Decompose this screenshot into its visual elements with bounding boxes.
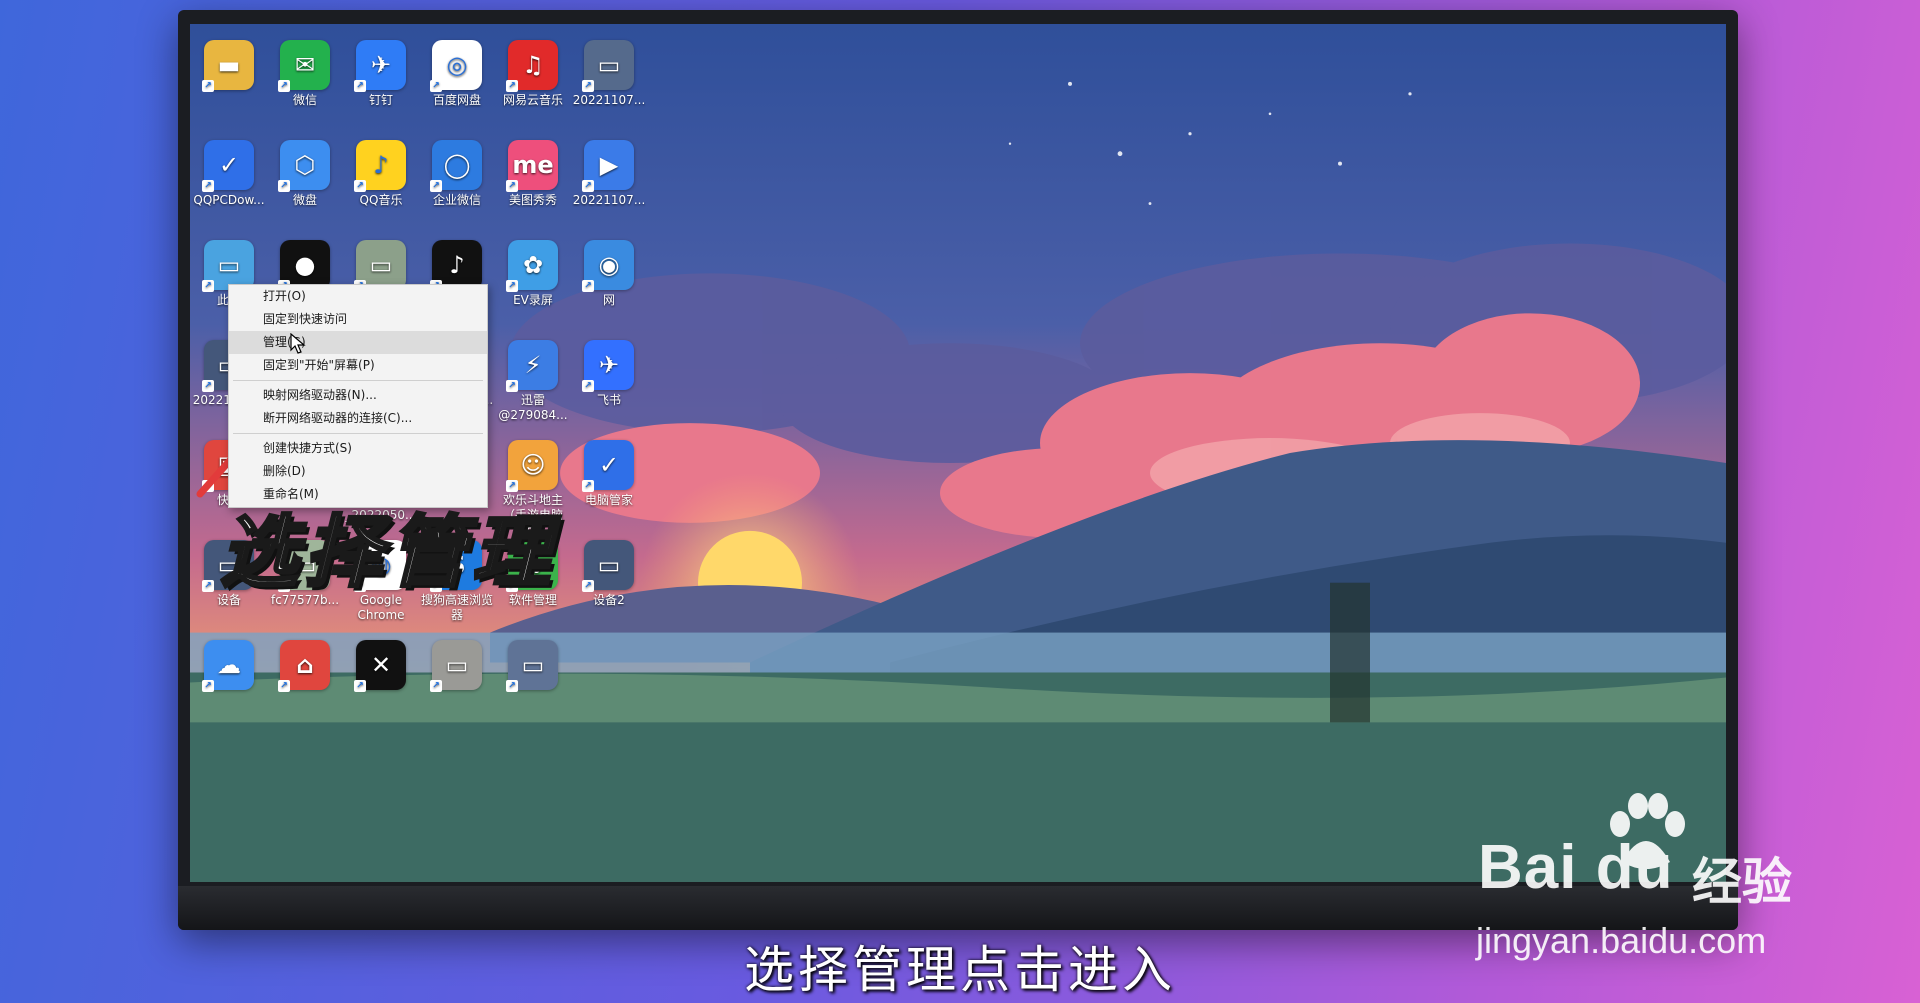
menu-item-create-shortcut[interactable]: 创建快捷方式(S) — [229, 437, 487, 460]
app-icon: ✓ ↗ — [582, 440, 634, 492]
desktop-icon[interactable]: ◉ ↗ 网 — [572, 240, 646, 308]
overlay-title: 选择管理 — [218, 507, 557, 600]
jingyan-text: 经验 — [1692, 853, 1792, 911]
menu-item-pin-quick-access[interactable]: 固定到快速访问 — [229, 308, 487, 331]
shortcut-arrow-icon: ↗ — [354, 680, 366, 692]
app-icon: ⌂ ↗ — [278, 640, 330, 692]
shortcut-arrow-icon: ↗ — [430, 680, 442, 692]
desktop-icon-label: 20221107... — [572, 193, 646, 207]
desktop-icon[interactable]: ▶ ↗ 20221107... — [572, 140, 646, 208]
app-icon: ▶ ↗ — [582, 140, 634, 192]
menu-item-delete[interactable]: 删除(D) — [229, 460, 487, 483]
menu-item-pin-start[interactable]: 固定到"开始"屏幕(P) — [229, 354, 487, 377]
app-icon: ☁ ↗ — [202, 640, 254, 692]
shortcut-arrow-icon: ↗ — [582, 80, 594, 92]
desktop-icon[interactable]: ⌂ ↗ — [268, 640, 342, 693]
shortcut-arrow-icon: ↗ — [278, 680, 290, 692]
desktop-icon[interactable]: ✕ ↗ — [344, 640, 418, 693]
shortcut-arrow-icon: ↗ — [506, 680, 518, 692]
shortcut-arrow-icon: ↗ — [582, 580, 594, 592]
desktop-icon[interactable]: ✈ ↗ 飞书 — [572, 340, 646, 408]
desktop-icon-label: 网 — [602, 293, 615, 307]
baidu-brand: Bai du — [1478, 833, 1674, 902]
menu-item-disconnect-drive[interactable]: 断开网络驱动器的连接(C)... — [229, 407, 487, 430]
app-icon: ▭↗ — [582, 40, 634, 92]
shortcut-arrow-icon: ↗ — [582, 480, 594, 492]
app-icon: ✈ ↗ — [582, 340, 634, 392]
desktop-icon-label: 电脑管家 — [584, 493, 633, 507]
desktop-icon-label: 飞书 — [596, 393, 621, 407]
context-menu: 打开(O) 固定到快速访问 管理(G) 固定到"开始"屏幕(P) 映射网络驱动器… — [228, 284, 488, 508]
desktop-icon-label: 20221107... — [572, 93, 646, 107]
desktop-icon[interactable]: ▭ ↗ 设备2 — [572, 540, 646, 608]
desktop-icon[interactable]: ✓ ↗ 电脑管家 — [572, 440, 646, 508]
desktop-icon[interactable]: ▭↗20221107... — [572, 40, 646, 108]
desktop-icon-label: 设备2 — [593, 593, 625, 607]
menu-separator — [233, 433, 483, 434]
shortcut-arrow-icon: ↗ — [202, 580, 214, 592]
desktop-icon[interactable]: ☁ ↗ — [192, 640, 266, 693]
mouse-cursor-icon — [290, 333, 306, 354]
shortcut-arrow-icon: ↗ — [582, 180, 594, 192]
menu-separator — [233, 380, 483, 381]
desktop-icon[interactable]: ▭↗ — [496, 640, 570, 693]
shortcut-arrow-icon: ↗ — [582, 380, 594, 392]
shortcut-arrow-icon: ↗ — [202, 680, 214, 692]
app-icon: ▭↗ — [430, 640, 482, 692]
menu-item-map-drive[interactable]: 映射网络驱动器(N)... — [229, 384, 487, 407]
menu-item-manage[interactable]: 管理(G) — [229, 331, 487, 354]
video-caption: 选择管理点击进入 — [744, 941, 1176, 999]
app-icon: ▭↗ — [582, 540, 634, 592]
menu-item-open[interactable]: 打开(O) — [229, 285, 487, 308]
app-icon: ▭↗ — [506, 640, 558, 692]
shortcut-arrow-icon: ↗ — [582, 280, 594, 292]
desktop-icon[interactable]: ▭↗ — [420, 640, 494, 693]
app-icon: ✕ ↗ — [354, 640, 406, 692]
app-icon: ◉ ↗ — [582, 240, 634, 292]
